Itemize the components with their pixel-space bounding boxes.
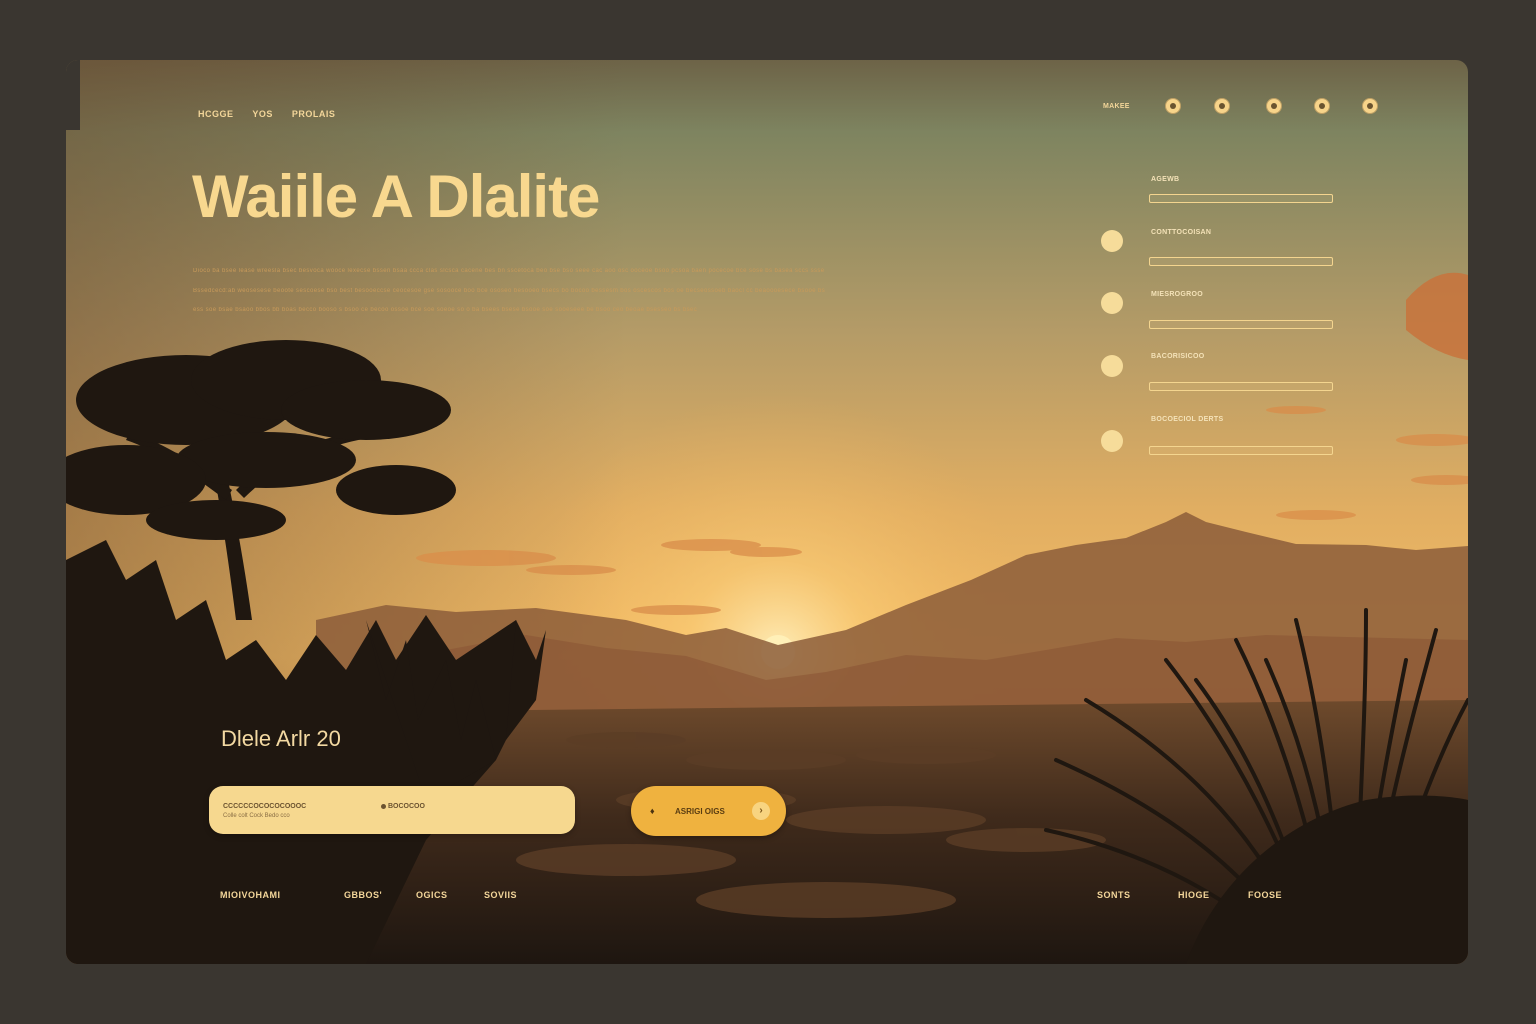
user-label[interactable]: MAKEE <box>1103 103 1130 110</box>
settings-icon[interactable] <box>1266 98 1282 114</box>
page-title: Waiile A Dlalite <box>192 163 600 230</box>
cta-button[interactable]: ♦ ASRIGI OIGS › <box>631 786 786 836</box>
heart-icon[interactable] <box>1314 98 1330 114</box>
footer-link-4[interactable]: SOVIIS <box>484 890 517 900</box>
footer-link-1[interactable]: MIOIVOHAMI <box>220 890 281 900</box>
search-input[interactable]: CCCCCCOCOCOCOOOC <box>223 803 306 810</box>
form-field-1[interactable] <box>1149 194 1333 203</box>
footer-link-3[interactable]: OGICS <box>416 890 448 900</box>
nav-link-home[interactable]: HCGGE <box>198 109 234 119</box>
nav-link-yos[interactable]: YOS <box>252 109 273 119</box>
form-radio-2[interactable] <box>1101 230 1123 252</box>
form-field-2[interactable] <box>1149 257 1333 266</box>
search-bar[interactable]: CCCCCCOCOCOCOOOC Colle colt Cock Bedo cc… <box>209 786 575 834</box>
top-nav: HCGGE YOS PROLAIS <box>198 109 335 119</box>
info-icon[interactable] <box>1362 98 1378 114</box>
form-field-5[interactable] <box>1149 446 1333 455</box>
app-window: MAKEE HCGGE YOS PROLAIS Waiile A Dlalite… <box>66 60 1468 964</box>
arrow-right-icon: › <box>752 802 770 820</box>
form-field-4[interactable] <box>1149 382 1333 391</box>
form-radio-3[interactable] <box>1101 292 1123 314</box>
form-radio-4[interactable] <box>1101 355 1123 377</box>
nav-link-prolais[interactable]: PROLAIS <box>292 109 336 119</box>
search-hint: BOCOCOO <box>381 803 425 810</box>
hero-description-line-2: Bssedcecd:ab weosesese beoote sescoese b… <box>193 288 826 294</box>
footer-link-7[interactable]: FOOSE <box>1248 890 1282 900</box>
price-label: Dlele Arlr 20 <box>221 726 341 751</box>
tree-icon: ♦ <box>650 806 655 816</box>
footer-link-5[interactable]: SONTS <box>1097 890 1131 900</box>
form-label-3: MIESROGROO <box>1151 291 1204 298</box>
form-label-2: CONTTOCOISAN <box>1151 229 1212 236</box>
form-label-5: BOCOECIOL DERTS <box>1151 416 1224 423</box>
bell-icon[interactable] <box>1165 98 1181 114</box>
footer-link-6[interactable]: HIOGE <box>1178 890 1210 900</box>
hero-description-line-1: Dioco ba bsee lease wreesla bsec besvoca… <box>193 268 825 274</box>
hero-description-line-3: ess soe bsae bsaoo bbos bb boas becco bo… <box>193 307 698 313</box>
form-field-3[interactable] <box>1149 320 1333 329</box>
cta-button-label: ASRIGI OIGS <box>675 807 725 816</box>
footer-link-2[interactable]: GBBOS' <box>344 890 382 900</box>
form-label-1: AGEWB <box>1151 176 1180 183</box>
form-radio-5[interactable] <box>1101 430 1123 452</box>
user-icon[interactable] <box>1214 98 1230 114</box>
form-label-4: BACORISICOO <box>1151 353 1205 360</box>
search-subtext: Colle colt Cock Bedo cco <box>223 813 290 819</box>
